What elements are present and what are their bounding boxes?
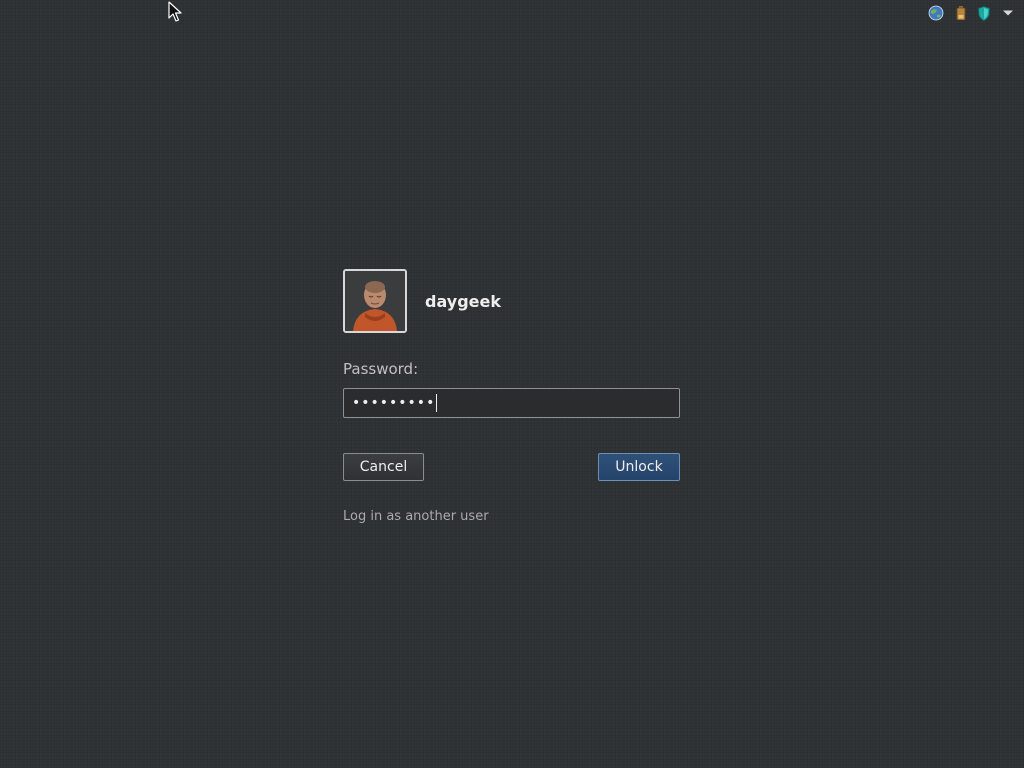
unlock-dialog: daygeek Password: ••••••••• Cancel Unloc… xyxy=(343,269,680,526)
password-label: Password: xyxy=(343,360,419,378)
text-caret xyxy=(436,394,438,412)
system-tray xyxy=(928,4,1014,22)
mouse-pointer-icon xyxy=(168,1,182,23)
shield-icon[interactable] xyxy=(978,5,990,21)
password-masked-value: ••••••••• xyxy=(352,395,436,411)
log-in-as-another-user-link[interactable]: Log in as another user xyxy=(343,508,489,526)
username: daygeek xyxy=(425,291,501,311)
chevron-down-icon[interactable] xyxy=(1002,9,1014,17)
battery-icon[interactable] xyxy=(956,6,966,20)
globe-icon[interactable] xyxy=(928,5,944,21)
unlock-button[interactable]: Unlock xyxy=(598,453,680,481)
password-input[interactable]: ••••••••• xyxy=(343,388,680,418)
user-row: daygeek xyxy=(343,269,680,333)
cancel-button[interactable]: Cancel xyxy=(343,453,424,481)
avatar xyxy=(343,269,407,333)
button-row: Cancel Unlock xyxy=(343,453,680,481)
